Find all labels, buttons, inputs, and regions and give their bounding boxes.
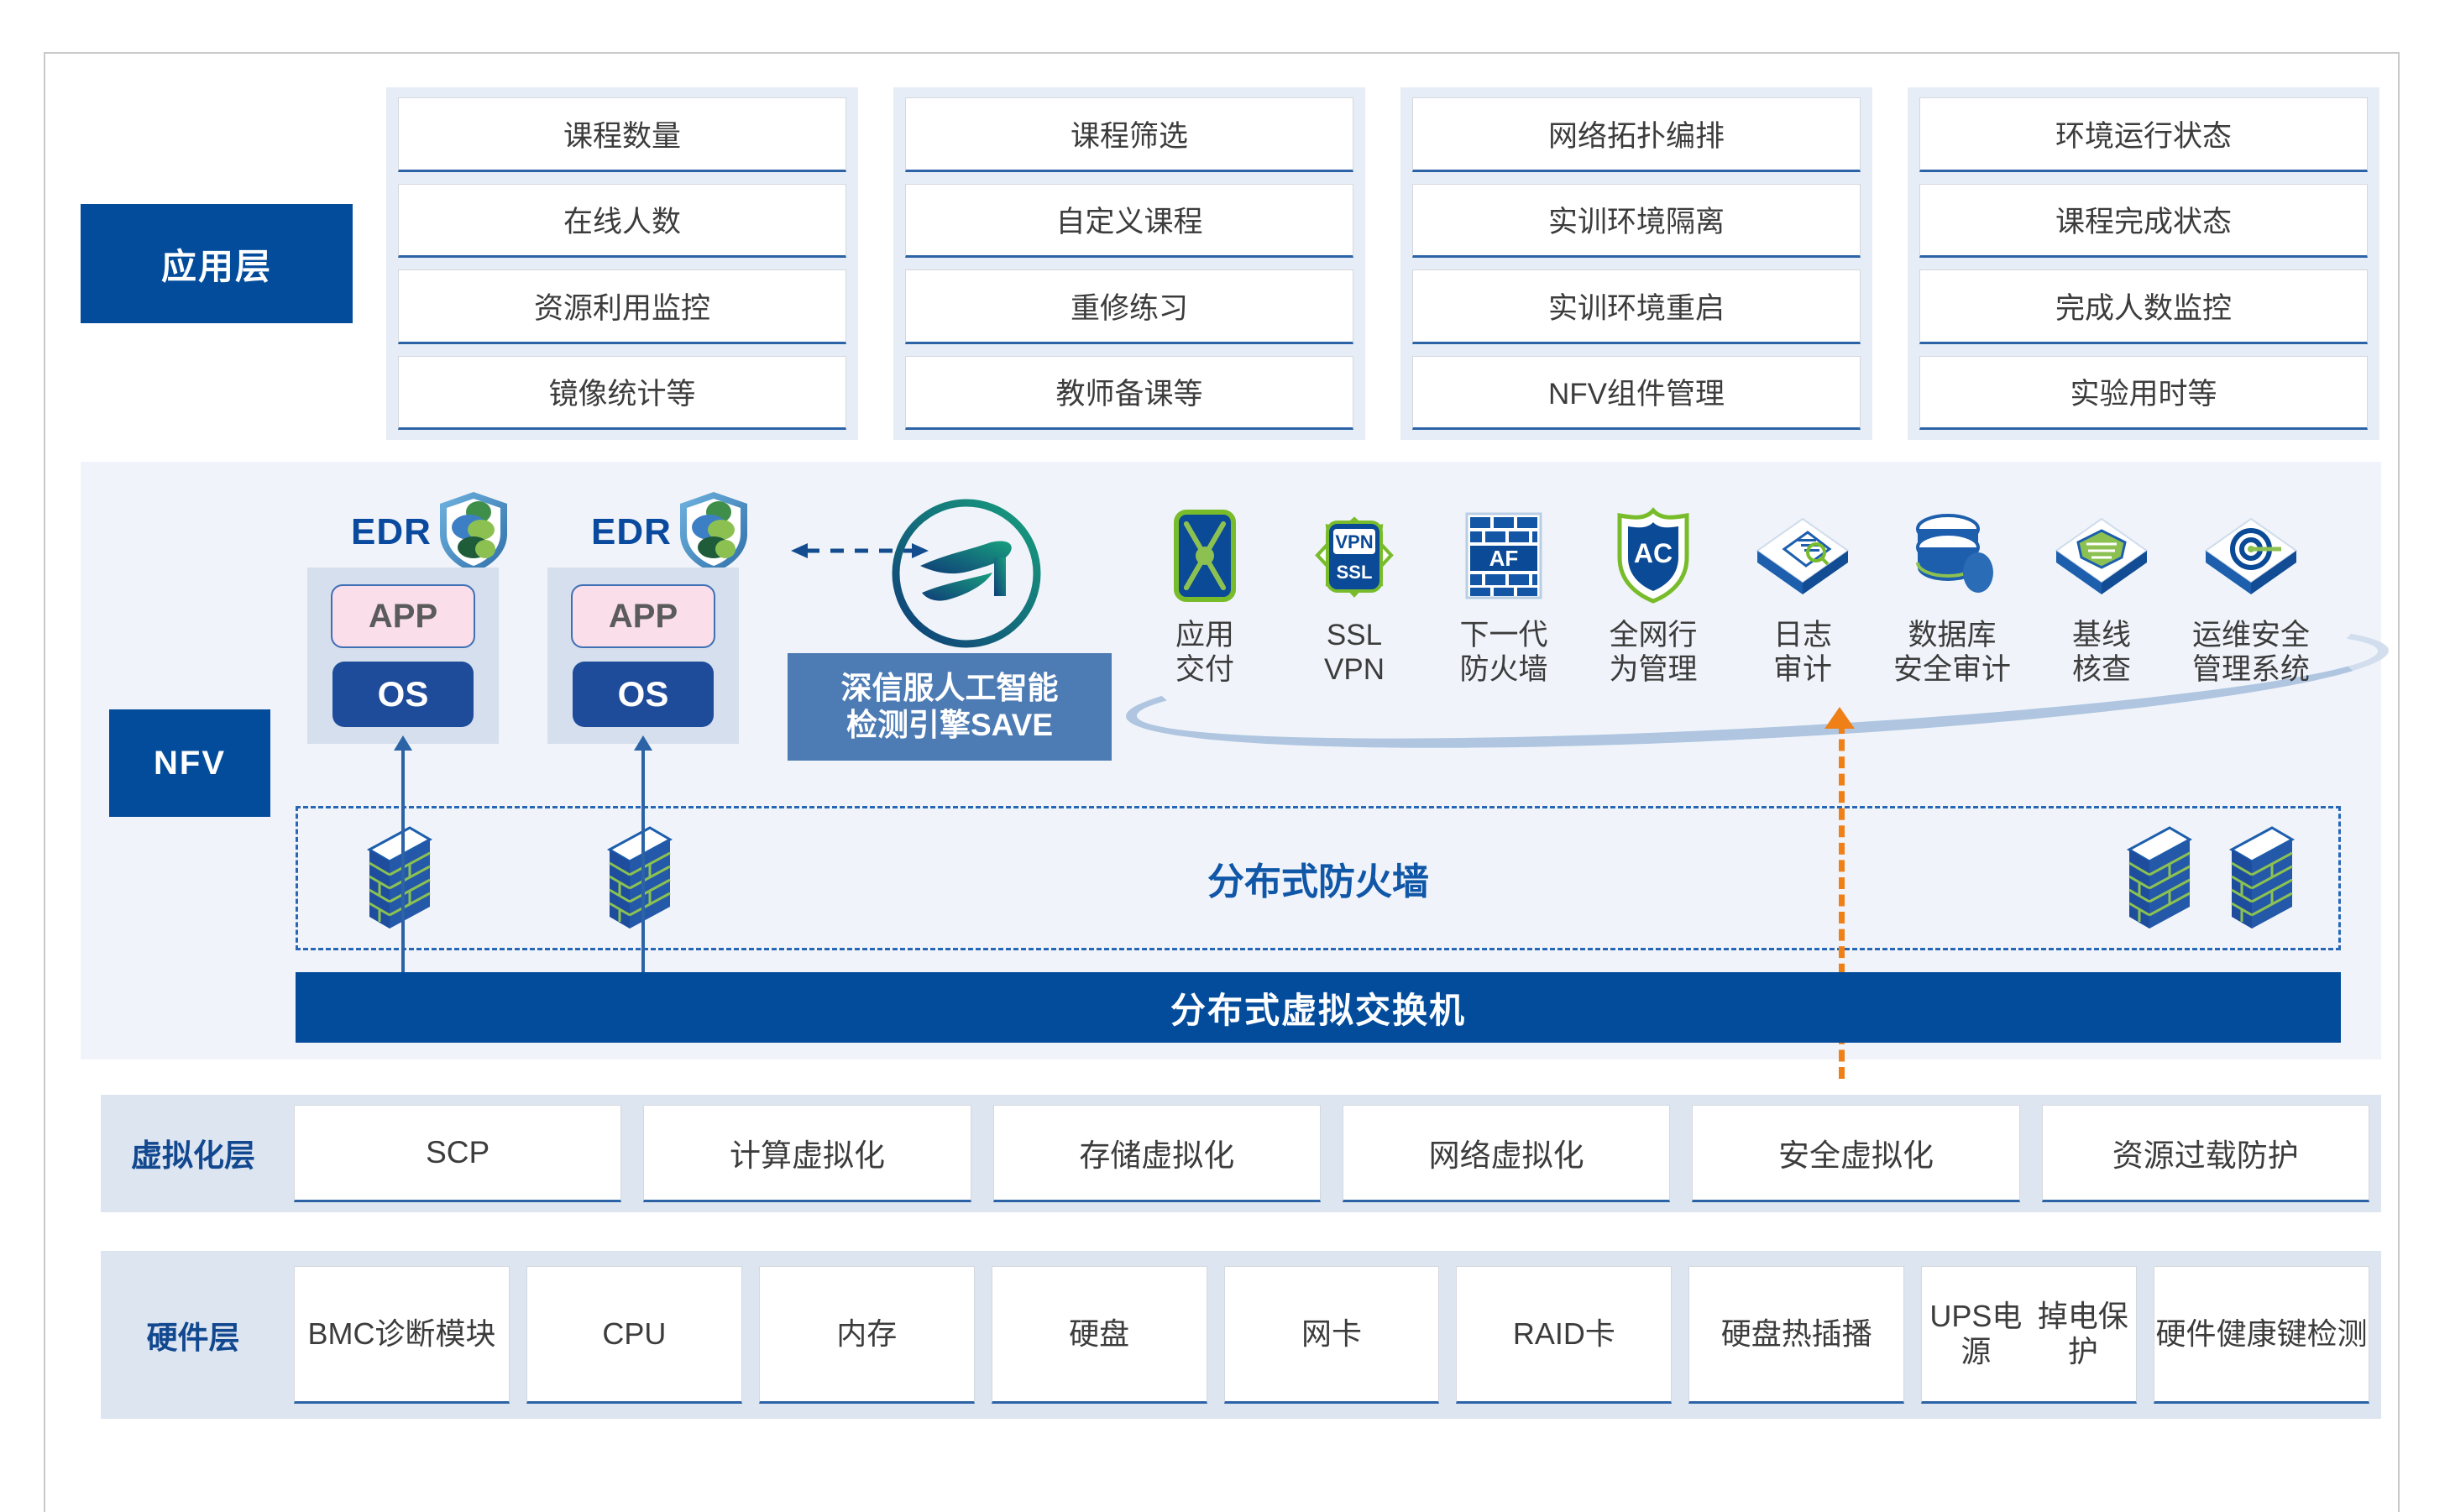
distributed-virtual-switch-bar: 分布式虚拟交换机 xyxy=(296,972,2341,1043)
edr-shield-icon xyxy=(439,492,507,573)
app-cell[interactable]: 重修练习 xyxy=(905,269,1353,344)
virtualization-cells: SCP 计算虚拟化 存储虚拟化 网络虚拟化 安全虚拟化 资源过载防护 xyxy=(294,1105,2369,1202)
ac-shield-icon: AC xyxy=(1611,507,1695,604)
svg-text:SSL: SSL xyxy=(1337,562,1373,583)
appliance-ssl-vpn[interactable]: VPN SSL SSL VPN xyxy=(1283,507,1426,688)
app-cell[interactable]: 镜像统计等 xyxy=(398,355,846,430)
app-cell[interactable]: 实训环境重启 xyxy=(1412,269,1861,344)
ops-security-icon xyxy=(2201,507,2301,604)
diagram-canvas: 应用层 课程数量 在线人数 资源利用监控 镜像统计等 课程筛选 自定义课程 重修… xyxy=(0,0,2450,1512)
ssl-vpn-icon: VPN SSL xyxy=(1314,507,1395,604)
edr-label: EDR xyxy=(591,511,672,552)
app-cell[interactable]: NFV组件管理 xyxy=(1412,355,1861,430)
app-delivery-icon xyxy=(1166,507,1243,604)
application-layer-grid: 课程数量 在线人数 资源利用监控 镜像统计等 课程筛选 自定义课程 重修练习 教… xyxy=(386,87,2379,440)
edr-label: EDR xyxy=(351,511,432,552)
virtualization-layer-label: 虚拟化层 xyxy=(131,1138,255,1173)
security-appliance-row: 应用 交付 VPN SSL SSL VPN AF 下一代 防火墙 AC 全网行 … xyxy=(1133,507,2343,751)
hw-cell[interactable]: 内存 xyxy=(758,1266,975,1404)
hw-cell[interactable]: RAID卡 xyxy=(1456,1266,1673,1404)
nfv-layer-label: NFV xyxy=(109,709,270,817)
app-cell[interactable]: 实训环境隔离 xyxy=(1412,183,1861,258)
vm-os-block: OS xyxy=(332,662,474,727)
appliance-label: 数据库 安全审计 xyxy=(1892,619,2011,687)
svg-text:AF: AF xyxy=(1489,546,1519,571)
app-cell[interactable]: 课程筛选 xyxy=(905,97,1353,172)
app-cell[interactable]: 网络拓扑编排 xyxy=(1412,97,1861,172)
firewall-brick-icon xyxy=(606,826,673,929)
application-column: 课程筛选 自定义课程 重修练习 教师备课等 xyxy=(893,87,1365,440)
appliance-ac[interactable]: AC 全网行 为管理 xyxy=(1582,507,1725,688)
appliance-label: 基线 核查 xyxy=(2071,619,2131,687)
app-cell[interactable]: 环境运行状态 xyxy=(1919,97,2368,172)
save-line-1: 深信服人工智能 xyxy=(840,671,1059,706)
vm-connector-arrow-1 xyxy=(394,735,412,974)
application-layer-label: 应用层 xyxy=(81,204,353,323)
app-cell[interactable]: 课程完成状态 xyxy=(1919,183,2368,258)
appliance-label: 运维安全 管理系统 xyxy=(2191,619,2310,687)
firewall-brick-icon xyxy=(366,826,433,929)
appliance-ngfw[interactable]: AF 下一代 防火墙 xyxy=(1432,507,1575,688)
baseline-check-icon xyxy=(2051,507,2152,604)
appliance-label: 全网行 为管理 xyxy=(1609,619,1698,687)
hardware-layer-label: 硬件层 xyxy=(146,1321,240,1355)
virt-cell[interactable]: 计算虚拟化 xyxy=(643,1105,971,1202)
edr-shield-icon xyxy=(679,492,747,573)
application-column: 课程数量 在线人数 资源利用监控 镜像统计等 xyxy=(386,87,858,440)
appliance-db-audit[interactable]: 数据库 安全审计 xyxy=(1881,507,2023,688)
af-firewall-icon: AF xyxy=(1460,507,1547,604)
audit-flow-arrowhead xyxy=(1824,707,1855,729)
firewall-brick-icon xyxy=(2228,826,2296,929)
virt-cell[interactable]: 资源过载防护 xyxy=(2041,1105,2369,1202)
vm-instance-1: APP OS xyxy=(307,568,499,744)
virt-cell[interactable]: SCP xyxy=(294,1105,622,1202)
hw-cell[interactable]: BMC诊断 模块 xyxy=(294,1266,510,1404)
svg-text:AC: AC xyxy=(1634,538,1673,568)
log-audit-icon xyxy=(1752,507,1853,604)
hw-cell[interactable]: 网卡 xyxy=(1223,1266,1440,1404)
appliance-label: 日志 审计 xyxy=(1772,619,1832,687)
appliance-log-audit[interactable]: 日志 审计 xyxy=(1731,507,1874,688)
vm-app-block: APP xyxy=(331,584,475,648)
app-cell[interactable]: 完成人数监控 xyxy=(1919,269,2368,344)
hw-cell[interactable]: 硬盘 xyxy=(991,1266,1207,1404)
app-cell[interactable]: 资源利用监控 xyxy=(398,269,846,344)
appliance-ops-security[interactable]: 运维安全 管理系统 xyxy=(2180,507,2322,688)
edr-badge-1: EDR xyxy=(351,490,512,574)
application-column: 环境运行状态 课程完成状态 完成人数监控 实验用时等 xyxy=(1908,87,2379,440)
app-cell[interactable]: 课程数量 xyxy=(398,97,846,172)
hardware-cells: BMC诊断 模块 CPU 内存 硬盘 网卡 RAID卡 硬盘热插播 UPS电源 掉电… xyxy=(294,1266,2370,1404)
edr-badge-2: EDR xyxy=(591,490,752,574)
appliance-label: 下一代 防火墙 xyxy=(1459,619,1548,687)
save-engine-box: 深信服人工智能 检测引擎SAVE xyxy=(788,653,1112,761)
application-column: 网络拓扑编排 实训环境隔离 实训环境重启 NFV组件管理 xyxy=(1400,87,1872,440)
vm-os-block: OS xyxy=(573,662,714,727)
app-cell[interactable]: 教师备课等 xyxy=(905,355,1353,430)
vm-connector-arrow-2 xyxy=(634,735,652,974)
hw-cell[interactable]: CPU xyxy=(526,1266,742,1404)
appliance-label: SSL VPN xyxy=(1324,619,1385,687)
save-line-2: 检测引擎SAVE xyxy=(845,708,1053,742)
database-audit-icon xyxy=(1906,507,1998,604)
appliance-app-delivery[interactable]: 应用 交付 xyxy=(1133,507,1276,688)
virt-cell[interactable]: 安全虚拟化 xyxy=(1692,1105,2020,1202)
appliance-baseline-check[interactable]: 基线 核查 xyxy=(2030,507,2173,688)
vm-app-block: APP xyxy=(571,584,715,648)
virt-cell[interactable]: 存储虚拟化 xyxy=(992,1105,1321,1202)
vm-instance-2: APP OS xyxy=(547,568,739,744)
app-cell[interactable]: 在线人数 xyxy=(398,183,846,258)
sangfor-ai-logo-icon xyxy=(892,499,1041,648)
firewall-brick-icon xyxy=(2126,826,2193,929)
hw-cell[interactable]: 硬盘热插播 xyxy=(1688,1266,1905,1404)
hw-cell[interactable]: 硬件 健康键检测 xyxy=(2154,1266,2370,1404)
hw-cell[interactable]: UPS电源 掉电保护 xyxy=(1921,1266,2138,1404)
app-cell[interactable]: 实验用时等 xyxy=(1919,355,2368,430)
svg-text:VPN: VPN xyxy=(1335,531,1373,552)
virt-cell[interactable]: 网络虚拟化 xyxy=(1342,1105,1671,1202)
app-cell[interactable]: 自定义课程 xyxy=(905,183,1353,258)
appliance-label: 应用 交付 xyxy=(1175,619,1234,687)
